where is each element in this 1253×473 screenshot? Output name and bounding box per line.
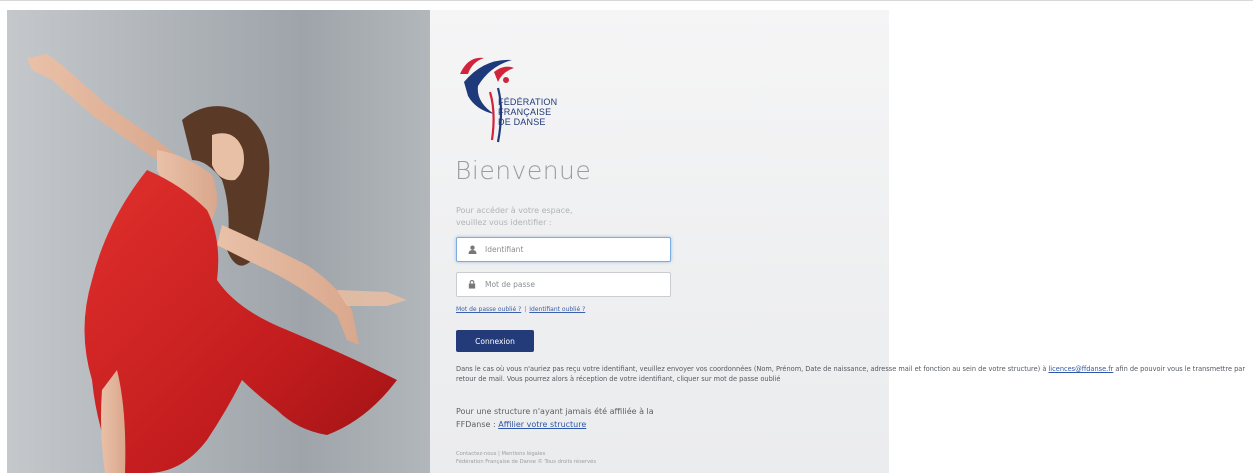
affiliation-block: Pour une structure n'ayant jamais été af… (456, 405, 686, 431)
logo-line-1: FÉDÉRATION (498, 97, 558, 107)
licences-email-link[interactable]: licences@ffdanse.fr (1048, 365, 1113, 373)
missing-identifier-info: Dans le cas où vous n'auriez pas reçu vo… (456, 364, 1252, 384)
copyright-text: Fédération Française de Danse © Tous dro… (456, 459, 597, 465)
identifier-input[interactable] (485, 245, 655, 254)
contact-link[interactable]: Contactez-nous (456, 451, 496, 457)
info-text-before: Dans le cas où vous n'auriez pas reçu vo… (456, 365, 1049, 373)
logo-wordmark: FÉDÉRATION FRANÇAISE DE DANSE (498, 97, 557, 127)
logo-line-3: DE DANSE (498, 117, 546, 127)
user-icon (467, 245, 477, 255)
intro-line-2: veuillez vous identifier : (456, 218, 552, 227)
top-rule (0, 0, 1253, 6)
page-title: Bienvenue (455, 156, 592, 185)
password-input[interactable] (485, 280, 655, 289)
intro-line-1: Pour accéder à votre espace, (456, 206, 573, 215)
legal-link[interactable]: Mentions légales (501, 451, 545, 457)
footer-separator: | (498, 451, 500, 457)
dancer-illustration (27, 54, 407, 473)
affiliate-structure-link[interactable]: Affilier votre structure (498, 420, 586, 429)
links-separator: | (524, 306, 527, 313)
forgot-identifier-link[interactable]: Identifiant oublié ? (529, 306, 585, 313)
logo-line-2: FRANÇAISE (498, 107, 552, 117)
login-button[interactable]: Connexion (456, 330, 534, 352)
login-instructions: Pour accéder à votre espace, veuillez vo… (456, 205, 676, 229)
hero-image (7, 10, 430, 473)
password-field[interactable] (456, 272, 671, 297)
forgot-password-link[interactable]: Mot de passe oublié ? (456, 306, 521, 313)
identifier-field[interactable] (456, 237, 671, 262)
page-footer: Contactez-nous | Mentions légales Fédéra… (456, 450, 596, 466)
lock-icon (467, 280, 477, 290)
recovery-links: Mot de passe oublié ? | Identifiant oublié… (456, 306, 585, 313)
